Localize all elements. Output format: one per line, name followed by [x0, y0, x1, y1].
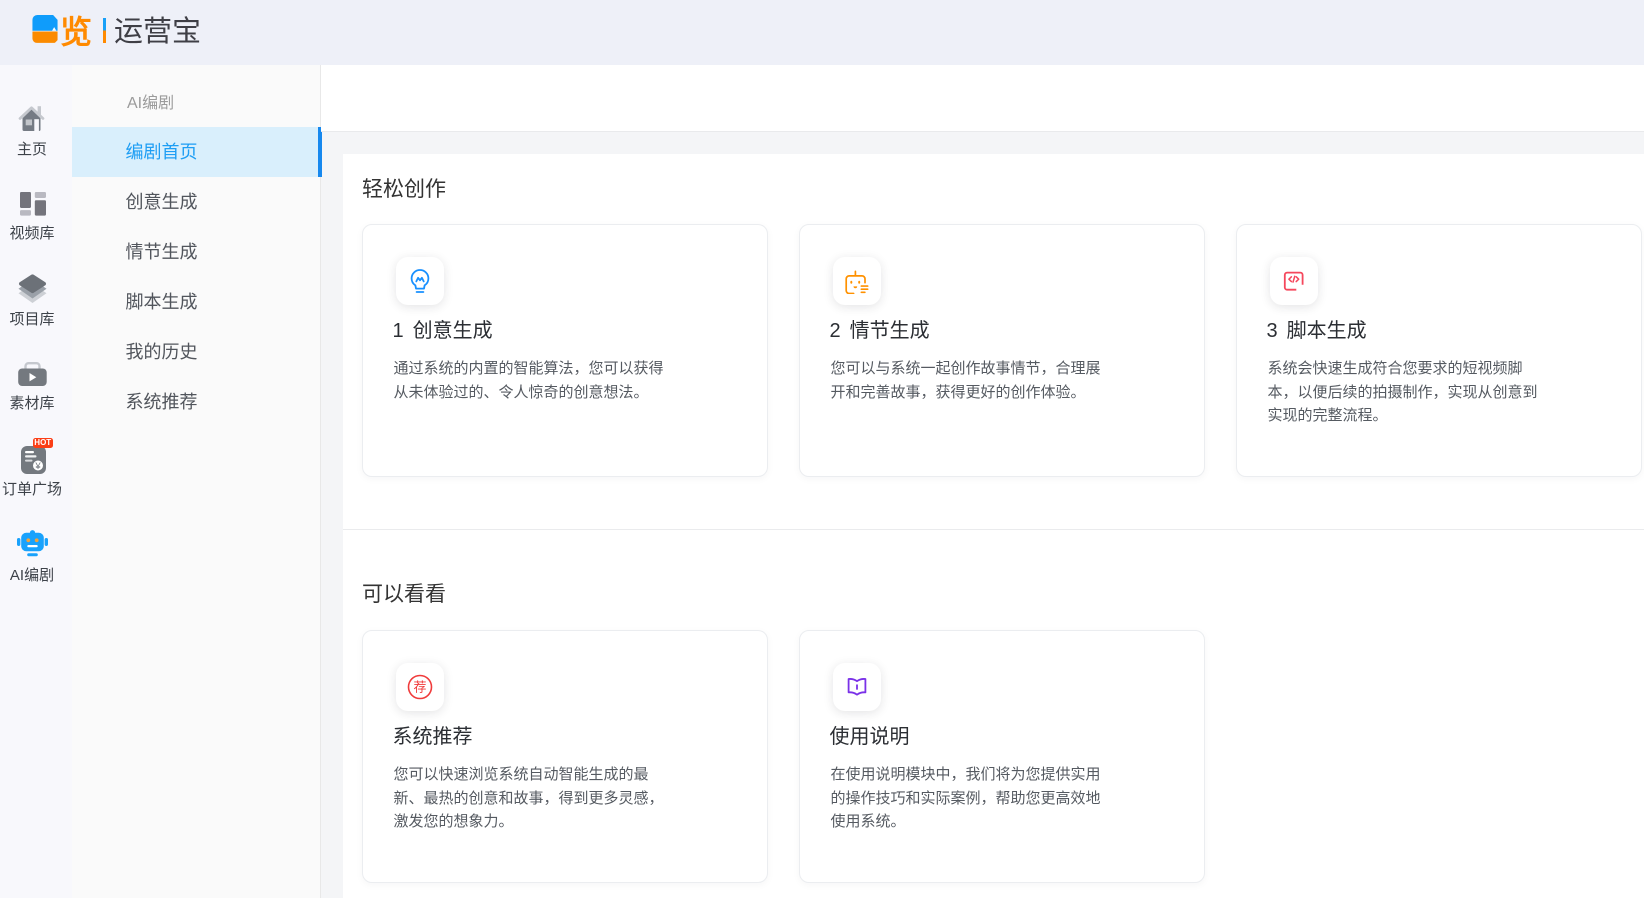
- svg-text:荐: 荐: [413, 679, 426, 694]
- svg-text:¥: ¥: [34, 461, 41, 472]
